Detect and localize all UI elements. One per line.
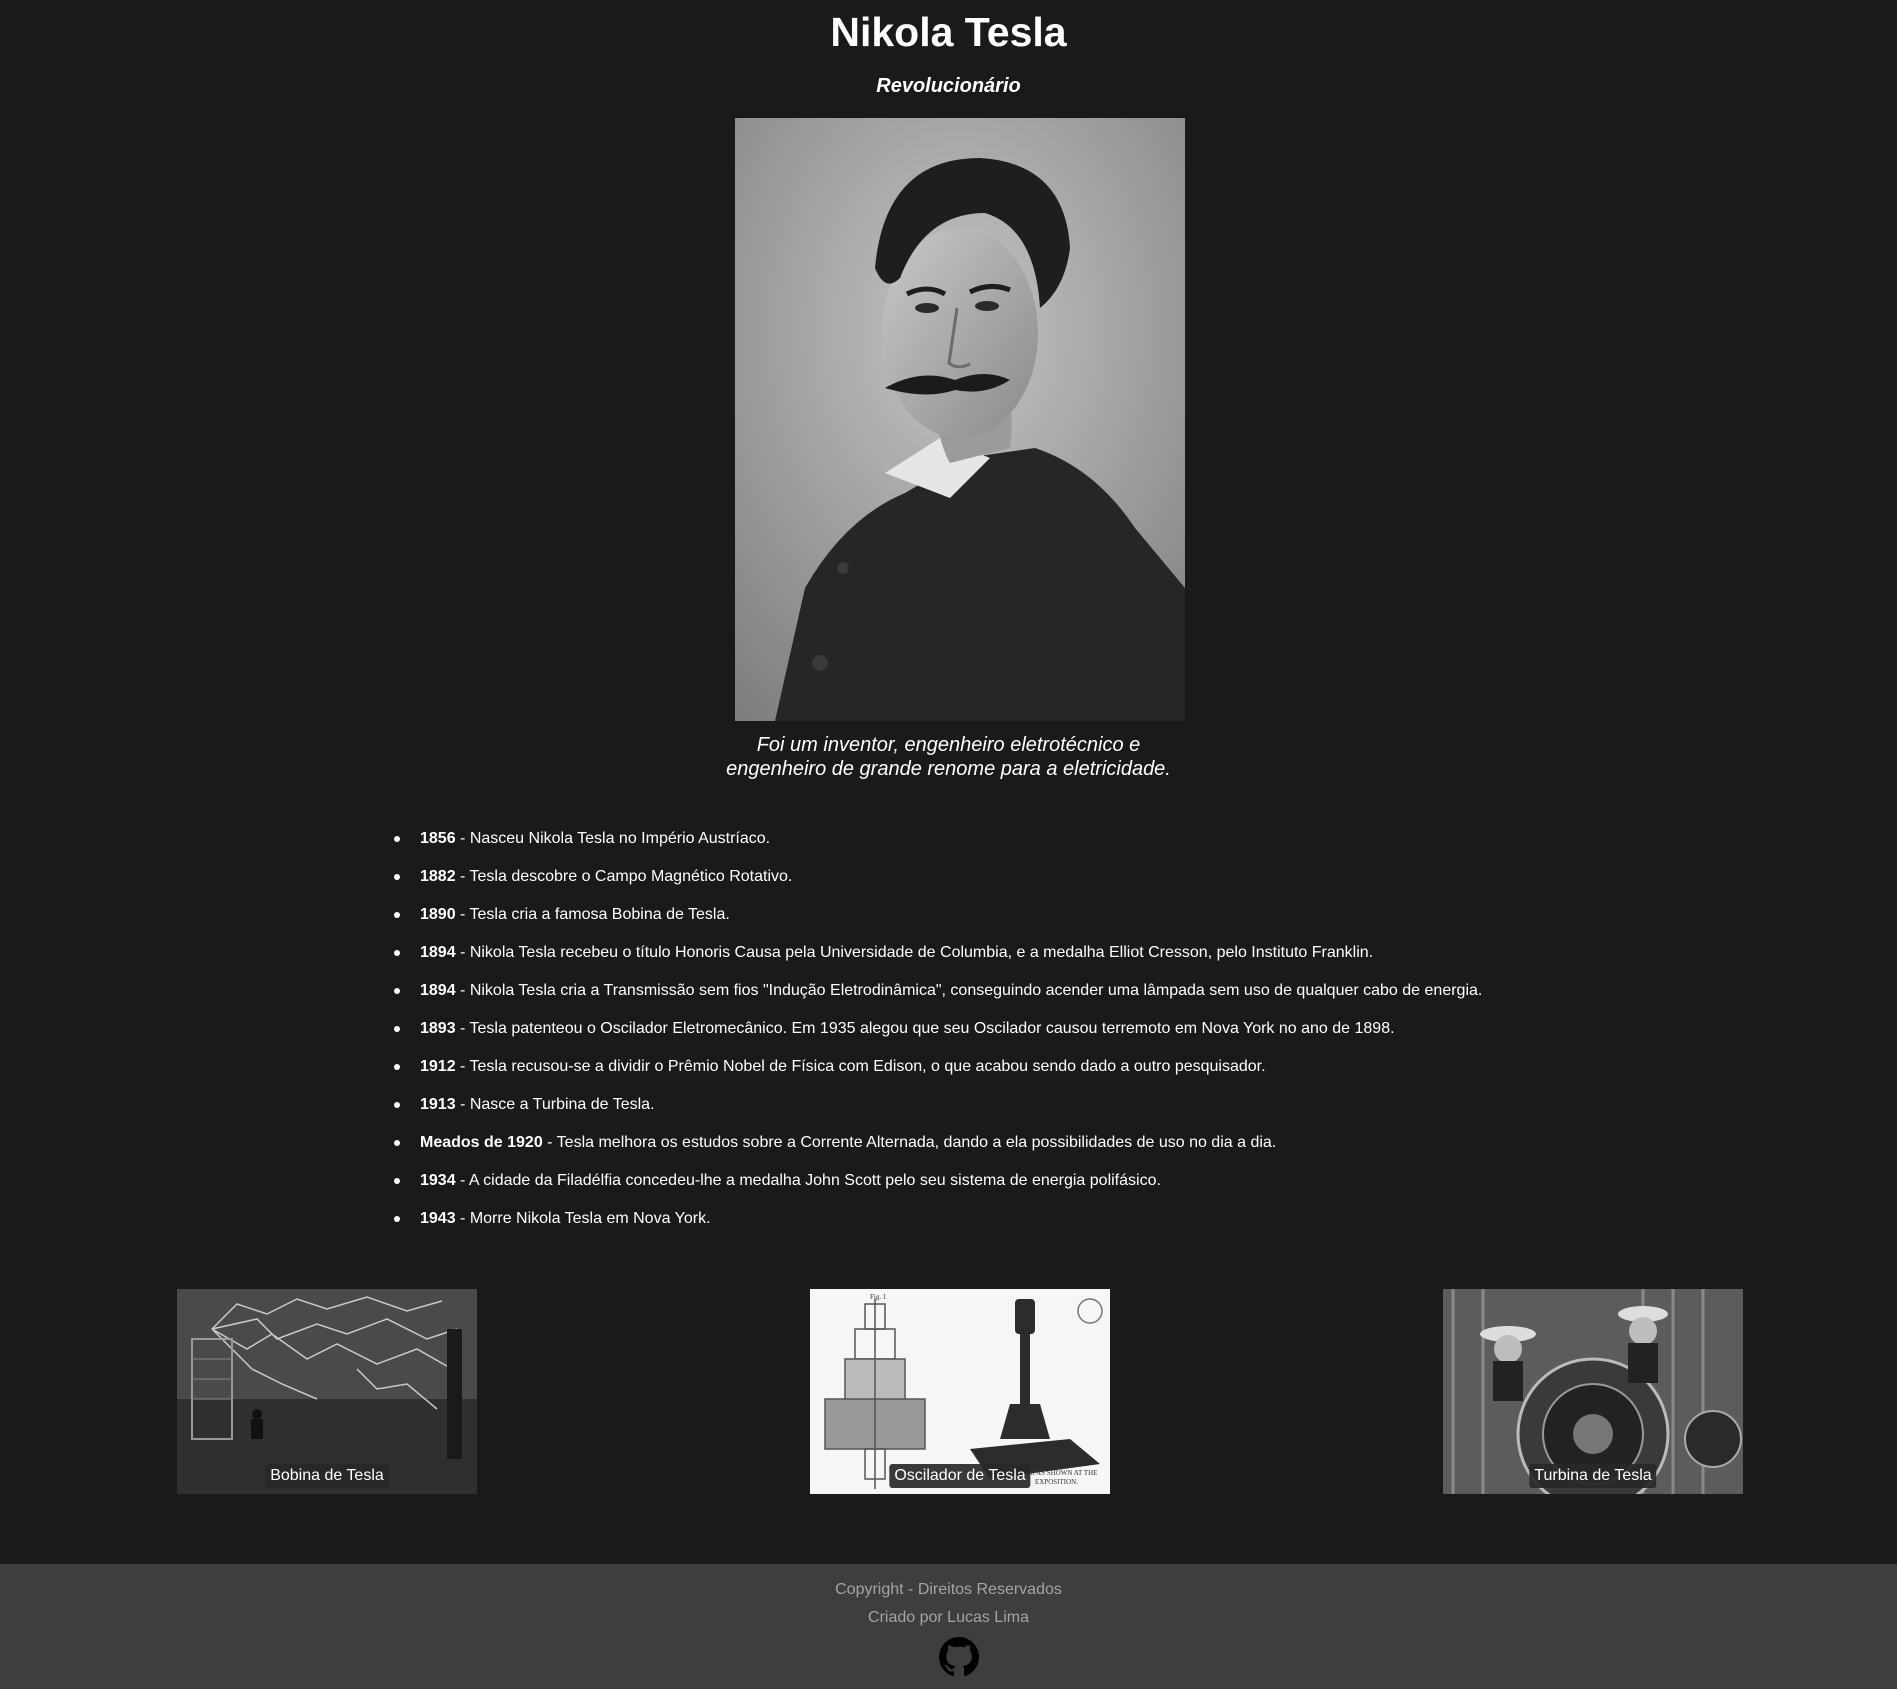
gallery-item-oscilador[interactable]: Fig. 1 R AS SHOWN AT THE EXPOSITION. Osc… — [810, 1289, 1110, 1494]
timeline-text: - Morre Nikola Tesla em Nova York. — [455, 1210, 711, 1227]
gallery-item-turbina[interactable]: Turbina de Tesla — [1443, 1289, 1743, 1494]
page: Nikola Tesla Revolucionário Foi um inven… — [0, 0, 1897, 1689]
bullet-icon — [394, 1216, 400, 1222]
gallery-label: Turbina de Tesla — [1529, 1464, 1657, 1488]
timeline-list: 1856 - Nasceu Nikola Tesla no Império Au… — [394, 820, 1694, 1238]
bullet-icon — [394, 988, 400, 994]
timeline-year: 1890 — [420, 906, 456, 923]
timeline-item: 1943 - Morre Nikola Tesla em Nova York. — [394, 1200, 1694, 1238]
timeline-year: Meados de 1920 — [420, 1134, 543, 1151]
timeline-item: 1913 - Nasce a Turbina de Tesla. — [394, 1086, 1694, 1124]
oscillator-note-line-1: R AS SHOWN AT THE — [1030, 1469, 1097, 1477]
timeline-item: 1894 - Nikola Tesla cria a Transmissão s… — [394, 972, 1694, 1010]
timeline-item: 1894 - Nikola Tesla recebeu o título Hon… — [394, 934, 1694, 972]
timeline-text: - Tesla patenteou o Oscilador Eletromecâ… — [455, 1020, 1395, 1037]
github-icon[interactable] — [939, 1637, 979, 1677]
timeline-year: 1934 — [420, 1172, 456, 1189]
bullet-icon — [394, 874, 400, 880]
timeline-year: 1913 — [420, 1096, 456, 1113]
caption-line-2: engenheiro de grande renome para a eletr… — [726, 758, 1171, 780]
portrait-caption: Foi um inventor, engenheiro eletrotécnic… — [0, 733, 1897, 781]
timeline-text: - Tesla cria a famosa Bobina de Tesla. — [455, 906, 730, 923]
timeline-item: 1890 - Tesla cria a famosa Bobina de Tes… — [394, 896, 1694, 934]
page-subtitle: Revolucionário — [876, 75, 1021, 97]
oscillator-note-line-2: EXPOSITION. — [1035, 1478, 1078, 1486]
timeline-text: - Nasceu Nikola Tesla no Império Austría… — [455, 830, 771, 847]
timeline-item: 1893 - Tesla patenteou o Oscilador Eletr… — [394, 1010, 1694, 1048]
oscillator-fig-label: Fig. 1 — [870, 1293, 887, 1301]
timeline-text: - Nasce a Turbina de Tesla. — [455, 1096, 655, 1113]
gallery-label: Bobina de Tesla — [265, 1464, 389, 1488]
footer-author: Criado por Lucas Lima — [868, 1609, 1029, 1626]
timeline-text: - Tesla descobre o Campo Magnético Rotat… — [455, 868, 793, 885]
bullet-icon — [394, 836, 400, 842]
timeline-text: - Tesla melhora os estudos sobre a Corre… — [542, 1134, 1277, 1151]
timeline-text: - A cidade da Filadélfia concedeu-lhe a … — [455, 1172, 1161, 1189]
timeline-year: 1894 — [420, 982, 456, 999]
timeline-year: 1882 — [420, 868, 456, 885]
timeline-year: 1893 — [420, 1020, 456, 1037]
caption-line-1: Foi um inventor, engenheiro eletrotécnic… — [756, 734, 1141, 756]
timeline-year: 1894 — [420, 944, 456, 961]
timeline-item: 1934 - A cidade da Filadélfia concedeu-l… — [394, 1162, 1694, 1200]
timeline-text: - Nikola Tesla cria a Transmissão sem fi… — [455, 982, 1483, 999]
timeline-text: - Tesla recusou-se a dividir o Prêmio No… — [455, 1058, 1266, 1075]
gallery-label: Oscilador de Tesla — [889, 1464, 1031, 1488]
bullet-icon — [394, 912, 400, 918]
footer: Copyright - Direitos Reservados Criado p… — [0, 1564, 1897, 1689]
timeline-year: 1943 — [420, 1210, 456, 1227]
timeline-text: - Nikola Tesla recebeu o título Honoris … — [455, 944, 1374, 961]
timeline-item: 1882 - Tesla descobre o Campo Magnético … — [394, 858, 1694, 896]
bullet-icon — [394, 1140, 400, 1146]
timeline-year: 1856 — [420, 830, 456, 847]
footer-copyright: Copyright - Direitos Reservados — [835, 1581, 1062, 1598]
timeline-item: 1912 - Tesla recusou-se a dividir o Prêm… — [394, 1048, 1694, 1086]
bullet-icon — [394, 1064, 400, 1070]
bullet-icon — [394, 1178, 400, 1184]
gallery-item-bobina[interactable]: Bobina de Tesla — [177, 1289, 477, 1494]
page-title: Nikola Tesla — [830, 9, 1067, 55]
timeline-year: 1912 — [420, 1058, 456, 1075]
portrait-image — [735, 118, 1185, 721]
bullet-icon — [394, 1102, 400, 1108]
bullet-icon — [394, 950, 400, 956]
timeline-item: 1856 - Nasceu Nikola Tesla no Império Au… — [394, 820, 1694, 858]
bullet-icon — [394, 1026, 400, 1032]
timeline-item: Meados de 1920 - Tesla melhora os estudo… — [394, 1124, 1694, 1162]
